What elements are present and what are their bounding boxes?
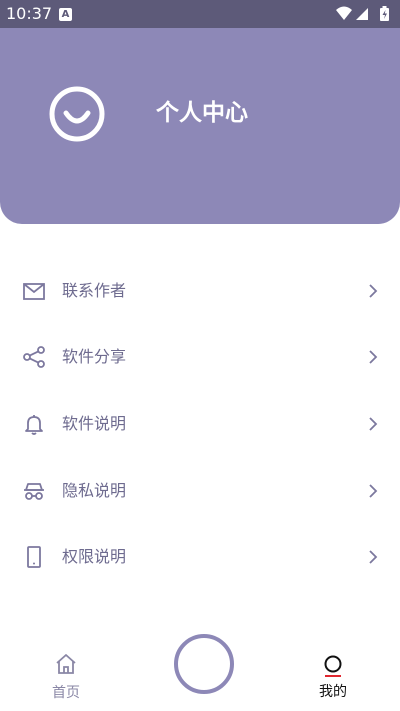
active-tab-indicator	[325, 675, 341, 677]
page-title: 个人中心	[156, 100, 248, 126]
bell-icon	[25, 415, 43, 435]
nav-mine-tab[interactable]: 我的	[297, 648, 369, 706]
app-notification-icon: A	[59, 8, 72, 21]
menu-item-permissions[interactable]: 权限说明	[0, 532, 400, 582]
home-icon	[56, 654, 76, 674]
nav-home-label: 首页	[52, 685, 80, 701]
menu-item-label: 权限说明	[62, 547, 127, 566]
menu-item-share-app[interactable]: 软件分享	[0, 332, 400, 382]
chevron-right-icon	[369, 417, 378, 431]
wifi-icon	[336, 6, 352, 20]
profile-circle-icon	[324, 655, 342, 673]
chevron-right-icon	[369, 484, 378, 498]
center-action-button[interactable]	[174, 634, 234, 694]
battery-icon	[380, 6, 389, 21]
share-icon	[23, 346, 45, 368]
mail-icon	[23, 283, 45, 300]
chevron-right-icon	[369, 550, 378, 564]
smiley-avatar-icon[interactable]	[48, 85, 106, 143]
menu-item-app-description[interactable]: 软件说明	[0, 399, 400, 449]
menu-item-label: 联系作者	[62, 281, 127, 300]
phone-icon	[27, 546, 41, 568]
app-notification-badge: A	[61, 9, 70, 20]
menu-item-label: 隐私说明	[62, 481, 127, 500]
menu-item-label: 软件分享	[62, 347, 127, 366]
chevron-right-icon	[369, 284, 378, 298]
nav-mine-label: 我的	[319, 684, 347, 700]
incognito-icon	[24, 483, 44, 500]
menu-item-label: 软件说明	[62, 414, 127, 433]
signal-icon	[356, 8, 368, 20]
profile-header: 个人中心	[0, 28, 400, 224]
status-bar: 10:37 A	[0, 0, 400, 28]
menu-item-contact-author[interactable]: 联系作者	[0, 266, 400, 316]
status-time: 10:37	[6, 4, 53, 23]
chevron-right-icon	[369, 350, 378, 364]
status-icons	[336, 5, 394, 23]
menu-item-privacy-policy[interactable]: 隐私说明	[0, 466, 400, 516]
